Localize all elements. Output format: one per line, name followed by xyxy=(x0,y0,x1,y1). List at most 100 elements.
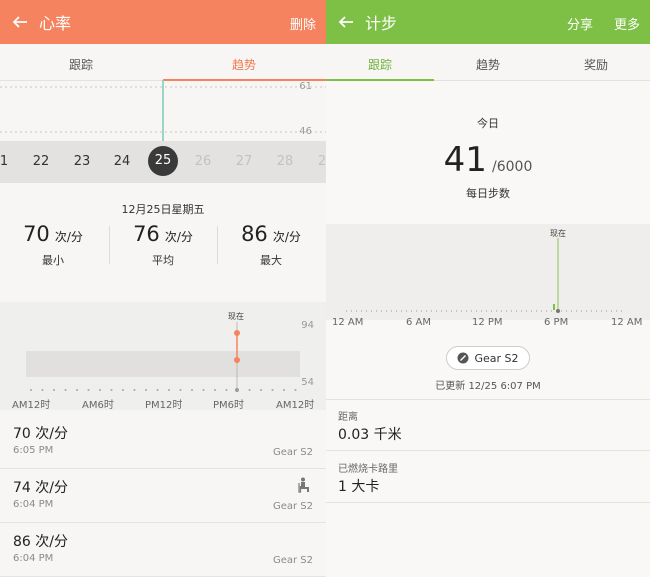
x-label: 6 AM xyxy=(406,317,432,328)
steps-panel: 计步 分享 更多 跟踪 趋势 奖励 今日 41 /6000 每日步数 现在 12… xyxy=(326,0,650,577)
stat-min-value: 70 xyxy=(23,222,50,246)
stat-min-unit: 次/分 xyxy=(54,230,83,244)
x-label: AM12时 xyxy=(276,400,315,411)
date-label: 12月25日星期五 xyxy=(121,203,205,216)
stat-avg: 76 次/分 平均 xyxy=(113,222,213,268)
day-item[interactable]: 23 xyxy=(74,154,91,169)
list-item[interactable]: 86 次/分 6:04 PM Gear S2 xyxy=(0,523,326,577)
axis-dot xyxy=(179,389,182,391)
divider xyxy=(326,450,650,451)
axis-dot xyxy=(53,389,55,391)
heart-rate-chart: 现在 94 54 AM12时 AM6时 PM12时 PM6时 AM12时 xyxy=(0,302,326,411)
axis-dot xyxy=(283,389,285,391)
distance-label: 距离 xyxy=(338,412,358,423)
tab-track[interactable]: 跟踪 xyxy=(368,56,392,73)
stat-max: 86 次/分 最大 xyxy=(221,222,321,268)
reading-device: Gear S2 xyxy=(272,501,313,512)
day-item[interactable]: 27 xyxy=(236,154,253,169)
watch-icon xyxy=(457,352,469,364)
axis-dot xyxy=(248,389,251,391)
tab-track[interactable]: 跟踪 xyxy=(69,56,93,73)
axis-dot xyxy=(168,389,170,391)
back-arrow-icon[interactable] xyxy=(11,13,29,31)
day-item[interactable]: 22 xyxy=(33,154,50,169)
heart-rate-panel: 心率 删除 跟踪 趋势 61 46 1 22 23 24 25 26 27 28… xyxy=(0,0,326,577)
x-label: 12 AM xyxy=(611,317,643,328)
day-item[interactable]: 26 xyxy=(195,154,212,169)
day-item-selected[interactable]: 25 xyxy=(148,146,178,176)
axis-dot xyxy=(271,389,274,391)
chart-y-min: 54 xyxy=(301,377,314,388)
steps-value: 41 xyxy=(443,140,487,180)
axis-dot xyxy=(41,389,44,391)
stat-min: 70 次/分 最小 xyxy=(3,222,103,268)
trend-scale-top: 61 xyxy=(299,81,312,92)
day-item[interactable]: 24 xyxy=(114,154,131,169)
axis-dot xyxy=(122,389,124,391)
stat-avg-unit: 次/分 xyxy=(164,230,193,244)
steps-tabs: 跟踪 趋势 奖励 xyxy=(326,44,650,81)
x-label: PM12时 xyxy=(145,400,183,411)
axis-dot xyxy=(30,389,32,391)
date-selector: 1 22 23 24 25 26 27 28 2 xyxy=(0,141,326,183)
device-label: Gear S2 xyxy=(474,351,519,365)
stat-avg-value: 76 xyxy=(133,222,160,246)
x-label: PM6时 xyxy=(213,400,245,411)
reading-value: 86 次/分 xyxy=(13,534,68,550)
page-title: 计步 xyxy=(365,14,398,33)
trend-range-graph xyxy=(0,79,326,142)
day-item[interactable]: 2 xyxy=(318,154,326,169)
chart-y-max: 94 xyxy=(301,320,314,331)
reading-time: 6:04 PM xyxy=(13,553,54,564)
time-axis-dots xyxy=(30,389,297,391)
reading-time: 6:04 PM xyxy=(13,499,54,510)
stat-max-value: 86 xyxy=(241,222,268,246)
day-item[interactable]: 1 xyxy=(0,154,8,169)
day-item[interactable]: 28 xyxy=(277,154,294,169)
calories-label: 已燃烧卡路里 xyxy=(338,464,398,475)
stat-max-unit: 次/分 xyxy=(272,230,301,244)
axis-dot xyxy=(145,389,147,391)
trend-scale-mid: 46 xyxy=(299,126,312,137)
axis-dot xyxy=(191,389,193,391)
sitting-person-icon xyxy=(297,477,311,497)
steps-chart: 现在 xyxy=(326,224,650,320)
axis-dot xyxy=(156,389,159,391)
reading-device: Gear S2 xyxy=(272,447,313,458)
back-arrow-icon[interactable] xyxy=(337,13,355,31)
x-label: AM12时 xyxy=(12,400,51,411)
tab-indicator xyxy=(326,79,434,81)
tab-trend[interactable]: 趋势 xyxy=(232,56,256,73)
distance-value: 0.03 千米 xyxy=(338,427,402,443)
delete-button[interactable]: 删除 xyxy=(290,14,316,33)
now-marker xyxy=(556,309,560,313)
tab-trend[interactable]: 趋势 xyxy=(476,56,500,73)
today-label: 今日 xyxy=(477,117,499,130)
reading-device: Gear S2 xyxy=(272,555,313,566)
heart-rate-appbar: 心率 删除 xyxy=(0,0,326,44)
stat-avg-label: 平均 xyxy=(152,254,174,267)
steps-caption: 每日步数 xyxy=(466,187,510,200)
tab-rewards[interactable]: 奖励 xyxy=(584,56,608,73)
reading-value: 70 次/分 xyxy=(13,426,68,442)
normal-range-band xyxy=(26,351,300,377)
share-button[interactable]: 分享 xyxy=(567,14,593,33)
axis-dot xyxy=(99,389,101,391)
steps-goal: /6000 xyxy=(492,159,533,175)
steps-appbar: 计步 分享 更多 xyxy=(326,0,650,44)
updated-label: 已更新 12/25 6:07 PM xyxy=(435,381,541,392)
list-item[interactable]: 74 次/分 6:04 PM Gear S2 xyxy=(0,469,326,523)
device-button[interactable]: Gear S2 xyxy=(446,346,530,370)
axis-dot xyxy=(87,389,90,391)
now-label: 现在 xyxy=(550,229,566,238)
list-item[interactable]: 70 次/分 6:05 PM Gear S2 xyxy=(0,415,326,469)
divider xyxy=(326,399,650,400)
axis-dot xyxy=(260,389,262,391)
more-button[interactable]: 更多 xyxy=(614,14,640,33)
divider xyxy=(326,502,650,503)
x-label: 12 PM xyxy=(472,317,503,328)
axis-dot xyxy=(202,389,205,391)
axis-dot xyxy=(294,389,297,391)
stat-min-label: 最小 xyxy=(42,254,64,267)
axis-dot xyxy=(133,389,136,391)
